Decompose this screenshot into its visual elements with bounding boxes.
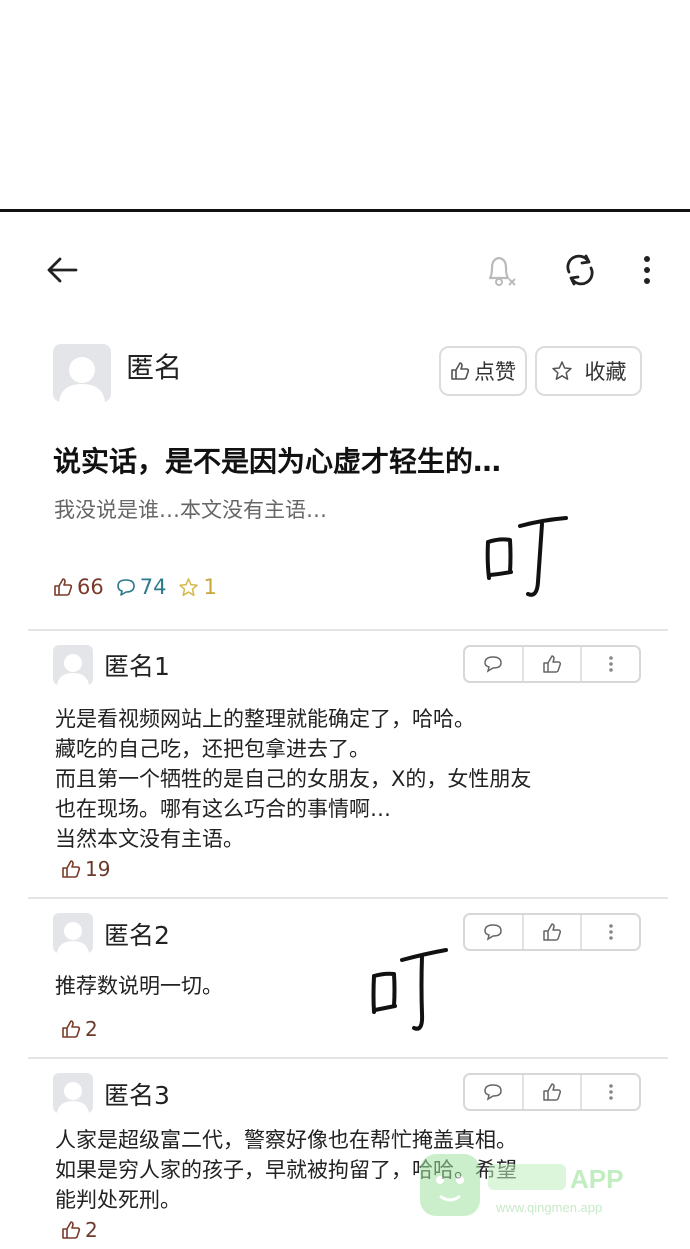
comment-bubble-icon [484,924,503,941]
favorites-count: 1 [203,575,217,599]
comment-actions [463,913,641,951]
comment-author: 匿名2 [104,921,170,950]
comment-bubble-icon [116,579,135,596]
star-icon [551,361,572,380]
post-stats: 66 74 1 [53,575,229,599]
thumbs-up-icon [62,1221,81,1239]
thumbs-up-icon [543,923,562,941]
thumbs-up-icon [451,362,470,380]
more-vertical-icon [608,924,613,940]
likes-count: 66 [77,575,104,599]
comment-bubble-icon [484,656,503,673]
divider [28,1057,668,1059]
svg-text:www.qingmen.app: www.qingmen.app [495,1200,602,1215]
svg-text:APP: APP [570,1164,623,1194]
avatar [53,344,111,402]
reply-button[interactable] [465,647,522,681]
post-title: 说实话，是不是因为心虚才轻生的… [53,445,502,478]
thumbs-up-icon [543,1083,562,1101]
like-button-label: 点赞 [474,360,516,384]
more-vertical-icon [608,1084,613,1100]
comment-actions [463,1073,641,1111]
comment-more-button[interactable] [580,915,639,949]
panel-border [0,209,690,212]
comment-text: 光是看视频网站上的整理就能确定了，哈哈。 藏吃的自己吃，还把包拿进去了。 而且第… [55,707,532,851]
comment-like-count: 2 [61,1017,98,1041]
avatar [53,645,93,685]
reply-button[interactable] [465,1075,522,1109]
comment-actions [463,645,641,683]
back-arrow-icon[interactable] [40,250,84,290]
likes-stat: 66 [53,575,104,599]
thumbs-up-icon [62,1020,81,1038]
bell-muted-icon[interactable] [478,248,522,292]
comment-like-button[interactable] [521,647,581,681]
blank-panel [0,0,690,210]
sound-effect: 叮 [480,512,572,604]
more-vertical-icon [608,656,613,672]
post-author: 匿名 [126,351,183,384]
divider [28,897,668,899]
comments-count: 74 [139,575,167,599]
comment-bubble-icon [484,1084,503,1101]
favorite-button[interactable]: 收藏 [535,346,642,396]
comment-more-button[interactable] [580,1075,639,1109]
favorite-button-label: 收藏 [584,360,627,384]
divider [28,629,668,631]
watermark-logo: APP www.qingmen.app [418,1150,648,1222]
more-vertical-icon[interactable] [632,250,662,290]
thumbs-up-icon [54,578,73,596]
sound-effect [366,942,452,1034]
comment-text: 推荐数说明一切。 [55,974,223,998]
comment-author: 匿名1 [104,652,170,681]
avatar [53,1073,93,1113]
comment-author: 匿名3 [104,1081,170,1110]
refresh-icon[interactable] [558,248,602,292]
comment-like-button[interactable] [521,1075,581,1109]
thumbs-up-icon [62,860,81,878]
star-icon [179,577,199,596]
post-subtitle: 我没说是谁…本文没有主语… [54,498,327,522]
thumbs-up-icon [543,655,562,673]
favorites-stat: 1 [178,575,217,599]
avatar [53,913,93,953]
comment-like-count: 2 [61,1218,98,1242]
comment-like-button[interactable] [521,915,581,949]
like-button[interactable]: 点赞 [439,346,527,396]
comment-more-button[interactable] [580,647,639,681]
comments-stat: 74 [116,575,167,599]
reply-button[interactable] [465,915,522,949]
comment-like-count: 19 [61,857,110,881]
